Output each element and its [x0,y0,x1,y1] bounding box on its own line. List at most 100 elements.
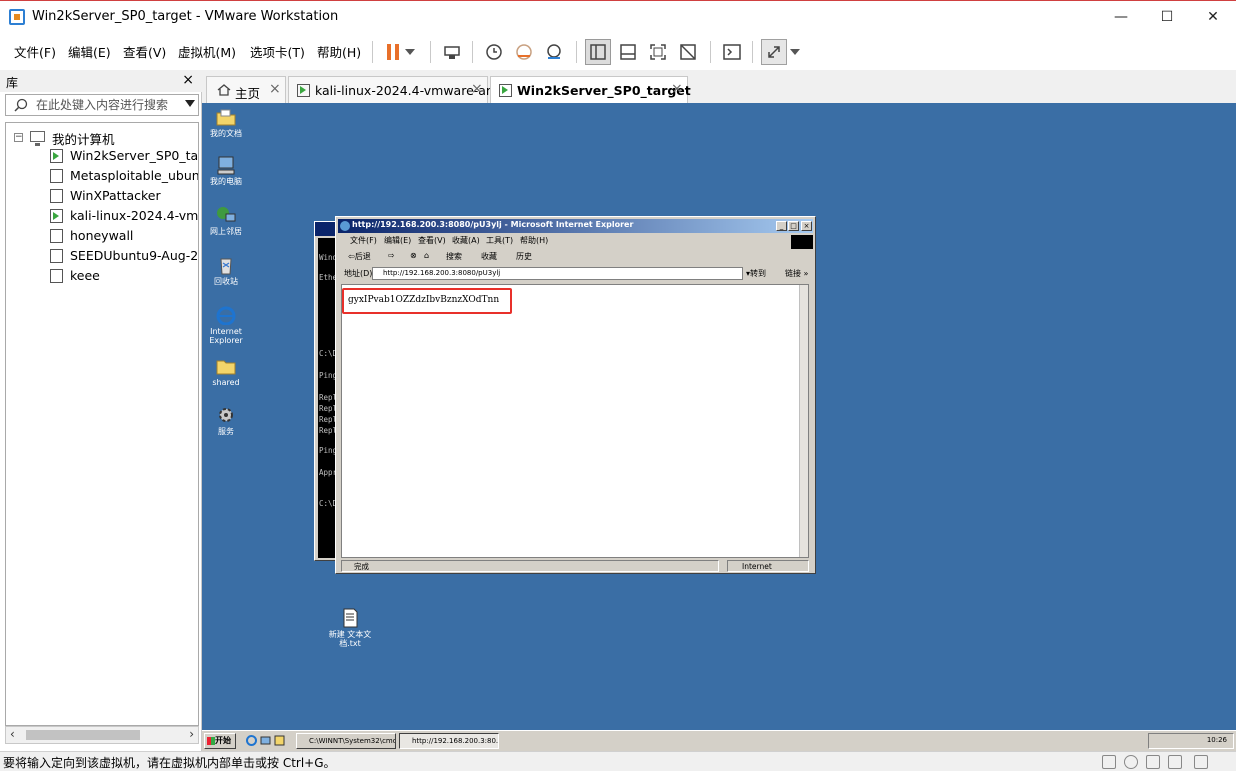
show-thumbnail-bar-button[interactable] [615,39,641,65]
scroll-left-icon[interactable]: ‹ [10,727,15,741]
show-library-button[interactable] [585,39,611,65]
keyboard-icon [444,46,460,59]
ie-menu-tools[interactable]: 工具(T) [486,235,513,246]
desktop-icon-shared[interactable]: shared [202,356,251,387]
tab-kali-linux[interactable]: kali-linux-2024.4-vmware-am... × [288,76,510,103]
ie-menu-file[interactable]: 文件(F) [350,235,377,246]
tab-bar: 主页 × kali-linux-2024.4-vmware-am... × Wi… [202,70,1236,103]
desktop-icon-recycle-bin[interactable]: 回收站 [202,255,251,286]
menu-file[interactable]: 文件(F) [14,42,56,61]
tab-close-icon[interactable]: × [471,81,483,97]
tab-close-icon[interactable]: × [269,81,281,97]
full-screen-button[interactable] [645,39,671,65]
vmware-app-icon [9,9,25,25]
ie-back-button[interactable]: ⇦后退 [348,251,371,262]
taskbar-ie-window[interactable]: http://192.168.200.3:80... [399,733,499,749]
close-button[interactable]: ✕ [1190,1,1236,33]
maximize-button[interactable]: ☐ [1144,1,1190,33]
desktop-icon-network[interactable]: 网上邻居 [202,205,251,236]
revert-icon [516,44,532,60]
ie-search-button[interactable]: 搜索 [446,251,462,262]
stretch-icon [768,46,780,58]
tab-win2kserver[interactable]: Win2kServer_SP0_target × [490,76,691,103]
ie-menu-help[interactable]: 帮助(H) [520,235,548,246]
desktop-icon-label: shared [212,378,240,387]
ie-title: http://192.168.200.3:8080/pU3ylj - Micro… [352,220,634,229]
search-dropdown-icon[interactable] [185,100,195,107]
scroll-right-icon[interactable]: › [189,727,194,741]
ie-vertical-scrollbar[interactable] [799,285,808,557]
outlook-icon[interactable] [274,735,285,746]
menu-help[interactable]: 帮助(H) [317,42,361,61]
desktop-icon-services[interactable]: 服务 [202,405,251,436]
snapshot-button[interactable] [481,39,507,65]
ie-title-bar[interactable]: http://192.168.200.3:8080/pU3ylj - Micro… [338,219,813,233]
send-ctrl-alt-del-button[interactable] [439,39,465,65]
scrollbar-thumb[interactable] [26,730,140,740]
start-label: 开始 [215,736,231,745]
tab-label: Win2kServer_SP0_target [517,83,691,98]
ie-minimize-button[interactable]: _ [776,221,787,231]
ie-menu-favorites[interactable]: 收藏(A) [452,235,480,246]
hard-disk-icon[interactable] [1102,755,1116,769]
vm-guest-screen[interactable]: 我的文档 我的电脑 网上邻居 回收站 Internet Explorer sha… [202,103,1236,730]
snapshot-manager-button[interactable] [541,39,567,65]
network-icon [217,207,236,222]
ie-icon [340,221,350,231]
ie-home-button[interactable]: ⌂ [424,251,429,260]
taskbar-cmd-window[interactable]: C:\WINNT\System32\cmd.... [296,733,396,749]
collapse-toggle[interactable]: − [14,133,23,142]
menu-view[interactable]: 查看(V) [123,42,166,61]
ie-forward-button[interactable]: ⇨ [388,251,395,260]
cd-rom-icon[interactable] [1124,755,1138,769]
menu-tabs[interactable]: 选项卡(T) [250,42,305,61]
ie-zone-text: Internet [727,560,809,572]
desktop-icon-my-documents[interactable]: 我的文档 [202,107,251,138]
menu-edit[interactable]: 编辑(E) [68,42,111,61]
ie-window[interactable]: http://192.168.200.3:8080/pU3ylj - Micro… [335,216,816,574]
tab-close-icon[interactable]: × [671,81,683,97]
show-desktop-icon[interactable] [260,735,271,746]
library-search-box[interactable] [5,94,199,116]
console-view-button[interactable] [719,39,745,65]
unity-button[interactable] [675,39,701,65]
tree-root-label: 我的计算机 [52,132,115,147]
stretch-guest-button[interactable] [761,39,787,65]
ie-quicklaunch-icon[interactable] [246,735,257,746]
revert-snapshot-button[interactable] [511,39,537,65]
ie-page-content[interactable]: gyxIPvab1OZZdzIbvBznzXOdTnn [341,284,809,558]
floppy-icon[interactable] [1146,755,1160,769]
chevron-down-icon [790,49,800,55]
tree-horizontal-scrollbar[interactable]: ‹ › [5,726,199,744]
network-adapter-icon[interactable] [1168,755,1182,769]
library-title: 库 [6,76,19,90]
stretch-dropdown[interactable] [787,39,803,65]
ie-history-button[interactable]: 历史 [516,251,532,262]
library-close-button[interactable]: × [182,72,194,88]
chevron-down-icon [405,49,415,55]
minimize-button[interactable]: — [1098,1,1144,33]
desktop-icon-my-computer[interactable]: 我的电脑 [202,155,251,186]
pause-dropdown[interactable] [402,39,418,65]
recycle-bin-icon [220,258,232,275]
ie-menu-view[interactable]: 查看(V) [418,235,446,246]
message-icon[interactable] [1194,755,1208,769]
ie-address-field[interactable]: http://192.168.200.3:8080/pU3ylj [372,267,743,280]
ie-maximize-button[interactable]: □ [788,221,799,231]
start-button[interactable]: 开始 [204,733,236,749]
ie-stop-button[interactable]: ⊗ [410,251,417,260]
ie-favorites-button[interactable]: 收藏 [481,251,497,262]
library-search-input[interactable] [36,97,176,113]
menu-vm[interactable]: 虚拟机(M) [178,42,236,61]
vm-label: Win2kServer_SP0_targ [70,148,199,163]
tab-home[interactable]: 主页 × [206,76,286,103]
vm-label: SEEDUbuntu9-Aug-20 [70,248,199,263]
desktop-icon-new-text-file[interactable]: 新建 文本文档.txt [324,608,376,648]
internet-explorer-icon [216,306,236,325]
ie-go-button[interactable]: ▾转到 [746,268,766,279]
ie-menu-edit[interactable]: 编辑(E) [384,235,411,246]
ie-close-button[interactable]: × [801,221,812,231]
desktop-icon-internet-explorer[interactable]: Internet Explorer [202,305,251,345]
ie-links-button[interactable]: 链接 » [785,268,808,279]
menu-bar: 文件(F) 编辑(E) 查看(V) 虚拟机(M) 选项卡(T) 帮助(H) [0,34,1236,70]
